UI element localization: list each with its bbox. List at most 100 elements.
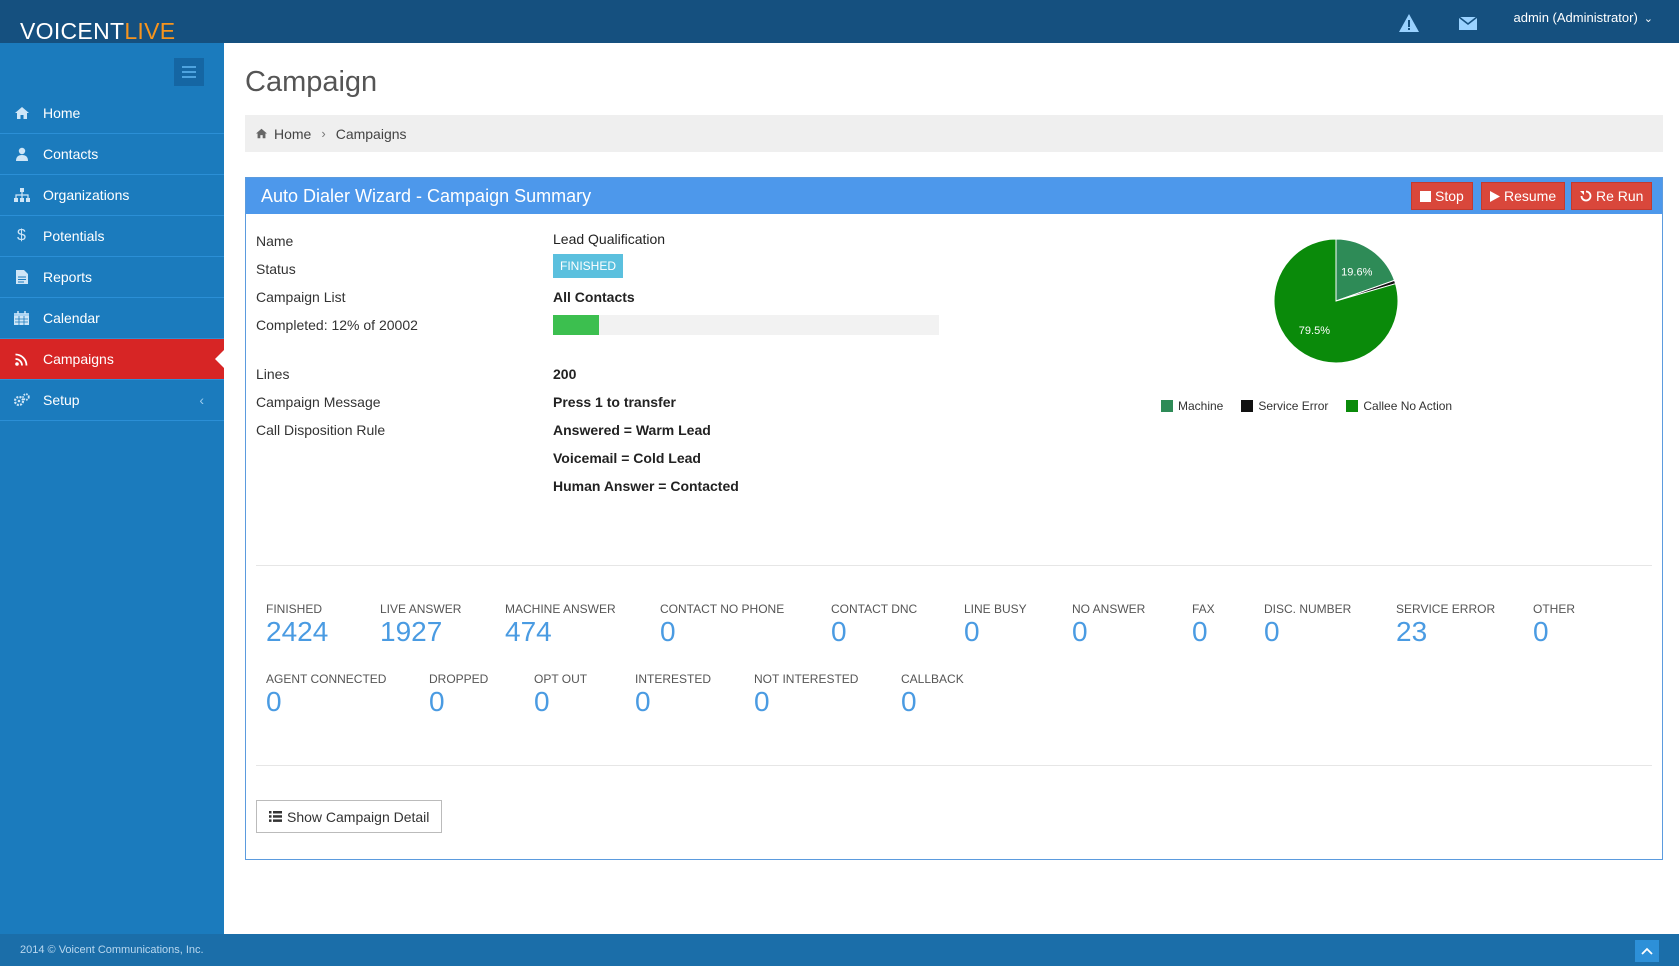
- rerun-button[interactable]: Re Run: [1571, 182, 1653, 210]
- brand-logo-part1: VOICENT: [20, 18, 125, 44]
- lines-label: Lines: [256, 366, 290, 382]
- stat-value: 1927: [380, 616, 443, 647]
- stat-callback: CALLBACK 0: [901, 672, 964, 717]
- breadcrumb: Home › Campaigns: [245, 115, 1663, 152]
- stat-label: OPT OUT: [534, 672, 588, 686]
- campaign-summary-panel: Auto Dialer Wizard - Campaign Summary St…: [245, 177, 1663, 860]
- legend-item: Callee No Action: [1346, 399, 1452, 413]
- sidebar-item-calendar[interactable]: Calendar: [0, 298, 224, 339]
- panel-header: Auto Dialer Wizard - Campaign Summary St…: [246, 178, 1662, 214]
- gears-icon: [0, 393, 43, 407]
- stat-label: CONTACT DNC: [831, 602, 918, 616]
- stat-value: 23: [1396, 616, 1428, 647]
- sidebar-item-organizations[interactable]: Organizations: [0, 175, 224, 216]
- sitemap-icon: [0, 188, 43, 202]
- stat-value: 0: [429, 686, 445, 717]
- stat-agent-connected: AGENT CONNECTED 0: [266, 672, 386, 717]
- rss-icon: [0, 353, 43, 366]
- stat-finished: FINISHED 2424: [266, 602, 328, 647]
- stat-label: LIVE ANSWER: [380, 602, 462, 616]
- stat-label: NO ANSWER: [1072, 602, 1146, 616]
- breadcrumb-home[interactable]: Home: [255, 126, 311, 142]
- stat-label: CONTACT NO PHONE: [660, 602, 785, 616]
- rerun-button-label: Re Run: [1596, 188, 1644, 204]
- stat-label: DISC. NUMBER: [1264, 602, 1352, 616]
- sidebar-item-setup[interactable]: Setup ‹: [0, 380, 224, 421]
- sidebar-item-label: Contacts: [43, 146, 99, 162]
- brand-logo-part2: LIVE: [124, 18, 176, 44]
- panel-title: Auto Dialer Wizard - Campaign Summary: [261, 186, 592, 206]
- stat-fax: FAX 0: [1192, 602, 1215, 647]
- breadcrumb-current: Campaigns: [335, 125, 407, 142]
- sidebar-item-label: Campaigns: [43, 351, 114, 367]
- copyright-text: 2014 © Voicent Communications, Inc.: [20, 944, 204, 956]
- stat-label: MACHINE ANSWER: [505, 602, 616, 616]
- sidebar-item-label: Reports: [43, 269, 93, 285]
- stop-button[interactable]: Stop: [1411, 182, 1473, 210]
- home-icon: [256, 128, 267, 139]
- legend-swatch: [1161, 400, 1173, 412]
- stat-service-error: SERVICE ERROR 23: [1396, 602, 1495, 647]
- sidebar-item-campaigns[interactable]: Campaigns: [0, 339, 224, 380]
- chevron-down-icon: ⌄: [1643, 13, 1653, 25]
- stop-button-label: Stop: [1435, 188, 1464, 204]
- stat-opt-out: OPT OUT 0: [534, 672, 587, 717]
- user-icon: [0, 147, 43, 161]
- stat-contact-dnc: CONTACT DNC 0: [831, 602, 917, 647]
- disposition-rule-3: Human Answer = Contacted: [553, 478, 739, 494]
- stat-label: OTHER: [1533, 602, 1575, 616]
- stat-line-busy: LINE BUSY 0: [964, 602, 1027, 647]
- stat-machine-answer: MACHINE ANSWER 474: [505, 602, 616, 647]
- status-badge: FINISHED: [553, 254, 624, 278]
- calendar-icon: [0, 311, 43, 325]
- home-icon: [0, 106, 43, 120]
- sidebar-nav: Home Contacts Organizations $ Potentials…: [0, 93, 224, 421]
- legend-label: Callee No Action: [1363, 399, 1453, 413]
- sidebar: Home Contacts Organizations $ Potentials…: [0, 43, 224, 934]
- footer: 2014 © Voicent Communications, Inc.: [0, 934, 1679, 966]
- stat-dropped: DROPPED 0: [429, 672, 488, 717]
- user-menu[interactable]: admin (Administrator) ⌄: [1514, 10, 1653, 25]
- sidebar-item-contacts[interactable]: Contacts: [0, 134, 224, 175]
- stat-other: OTHER 0: [1533, 602, 1575, 647]
- resume-button[interactable]: Resume: [1481, 182, 1566, 210]
- sidebar-item-home[interactable]: Home: [0, 93, 224, 134]
- warning-icon[interactable]: [1398, 12, 1420, 34]
- show-campaign-detail-button[interactable]: Show Campaign Detail: [256, 800, 443, 833]
- stat-value: 0: [1533, 616, 1549, 647]
- play-icon: [1490, 190, 1500, 202]
- sidebar-item-reports[interactable]: Reports: [0, 257, 224, 298]
- breadcrumb-home-label: Home: [274, 125, 312, 142]
- campaign-list-value: All Contacts: [553, 289, 635, 305]
- user-name: admin (Administrator): [1513, 10, 1638, 25]
- breadcrumb-separator: ›: [321, 126, 326, 141]
- legend-item: Service Error: [1241, 399, 1328, 413]
- sidebar-item-potentials[interactable]: $ Potentials: [0, 216, 224, 257]
- stat-label: DROPPED: [429, 672, 489, 686]
- name-label: Name: [256, 233, 294, 249]
- legend-label: Machine: [1178, 399, 1224, 413]
- status-label: Status: [256, 261, 296, 277]
- sidebar-item-label: Setup: [43, 392, 80, 408]
- stat-disc-number: DISC. NUMBER 0: [1264, 602, 1351, 647]
- disposition-rule-1: Answered = Warm Lead: [553, 422, 711, 438]
- mail-icon[interactable]: [1457, 12, 1479, 34]
- scroll-to-top-button[interactable]: [1635, 940, 1659, 962]
- chevron-left-icon: ‹: [199, 392, 204, 408]
- sidebar-toggle-button[interactable]: [174, 58, 204, 86]
- pie-data-label: 79.5%: [1299, 325, 1330, 337]
- stat-label: INTERESTED: [635, 672, 712, 686]
- call-result-pie-chart: 19.6% 79.5%: [1273, 238, 1399, 364]
- stat-value: 0: [964, 616, 980, 647]
- campaign-message-label: Campaign Message: [256, 394, 381, 410]
- pie-data-label: 19.6%: [1341, 267, 1372, 279]
- legend-label: Service Error: [1258, 399, 1329, 413]
- stat-value: 0: [635, 686, 651, 717]
- completion-progress-bar: [553, 315, 939, 335]
- brand-logo[interactable]: VOICENTLIVE: [20, 18, 175, 45]
- top-bar: VOICENTLIVE admin (Administrator) ⌄: [0, 0, 1679, 45]
- stat-label: NOT INTERESTED: [754, 672, 859, 686]
- chevron-up-icon: [1641, 947, 1653, 955]
- sidebar-item-label: Organizations: [43, 187, 130, 203]
- name-value: Lead Qualification: [553, 231, 666, 247]
